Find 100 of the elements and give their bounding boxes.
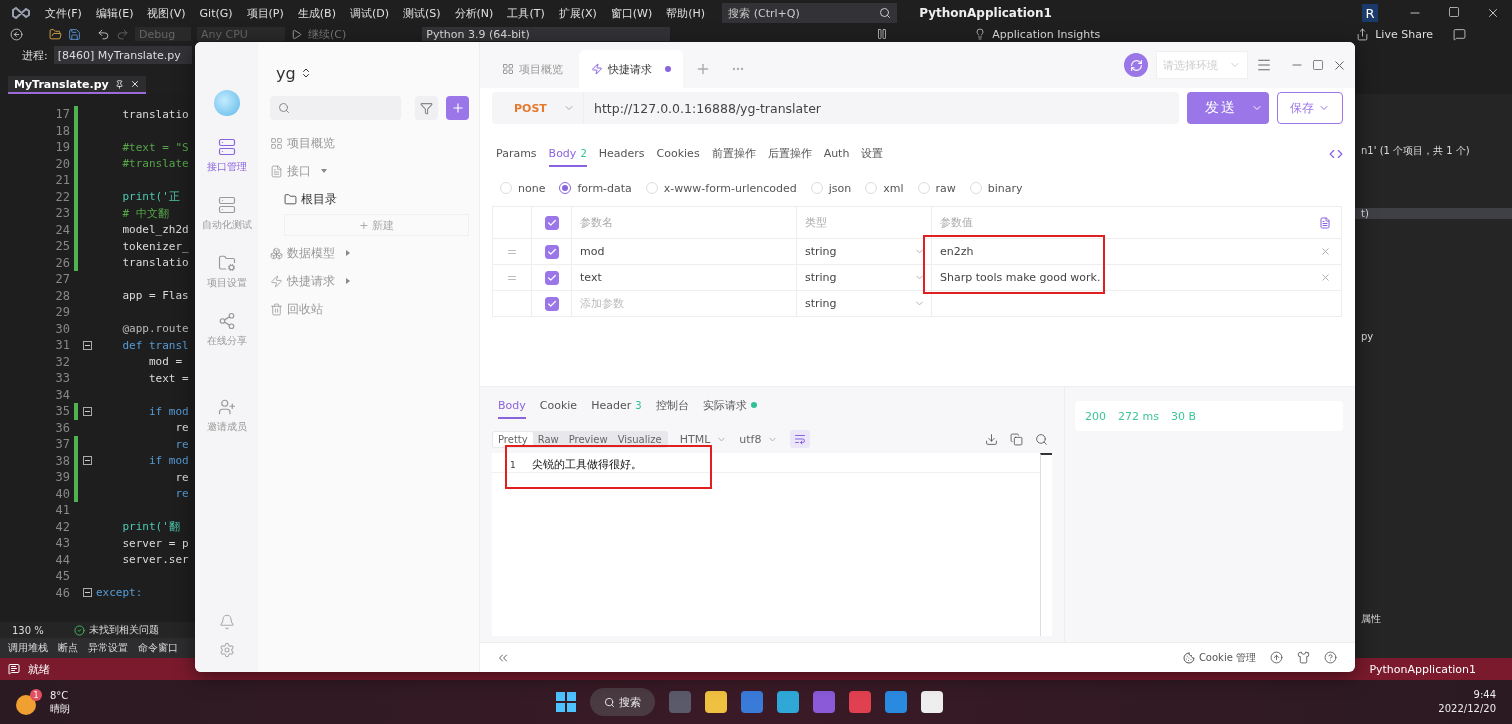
- fold-icon[interactable]: [83, 456, 92, 466]
- radio-option[interactable]: form-data: [559, 181, 632, 195]
- search-field[interactable]: [270, 96, 402, 120]
- panel-tab[interactable]: 命令窗口: [138, 641, 178, 655]
- undo-icon[interactable]: [97, 27, 110, 41]
- radio-option[interactable]: binary: [969, 181, 1023, 195]
- request-tab[interactable]: 前置操作: [711, 141, 756, 167]
- bell-icon[interactable]: [218, 614, 235, 630]
- app-icon[interactable]: [849, 691, 871, 713]
- menu-item[interactable]: 工具(T): [500, 5, 552, 21]
- live-share-button[interactable]: Live Share: [1375, 27, 1433, 41]
- param-value[interactable]: Sharp tools make good work.: [931, 265, 1309, 290]
- menu-item[interactable]: 测试(S): [396, 5, 448, 21]
- account-avatar[interactable]: R: [1362, 4, 1378, 22]
- radio-option[interactable]: x-www-form-urlencoded: [645, 181, 797, 195]
- checkbox[interactable]: [544, 296, 559, 311]
- back-icon[interactable]: [10, 27, 23, 41]
- insights-button[interactable]: Application Insights: [992, 27, 1101, 41]
- format-select[interactable]: HTML: [679, 432, 728, 446]
- param-value[interactable]: en2zh: [931, 239, 1309, 264]
- fold-icon[interactable]: [83, 340, 92, 350]
- zoom-level[interactable]: 130 %: [12, 624, 44, 636]
- wrap-button[interactable]: [790, 430, 811, 448]
- request-tab[interactable]: Headers: [598, 141, 645, 167]
- sync-button[interactable]: [1124, 53, 1148, 77]
- view-mode[interactable]: Preview: [563, 431, 613, 447]
- save-icon[interactable]: [68, 27, 81, 41]
- view-mode[interactable]: Pretty: [493, 431, 533, 447]
- request-tab[interactable]: 后置操作: [767, 141, 812, 167]
- menu-item[interactable]: 扩展(X): [551, 5, 604, 21]
- menu-item[interactable]: 窗口(W): [603, 5, 660, 21]
- menu-item[interactable]: 文件(F): [38, 5, 89, 21]
- copy-icon[interactable]: [1010, 432, 1023, 446]
- type-select[interactable]: string: [796, 291, 931, 316]
- radio-option[interactable]: none: [500, 181, 546, 195]
- folder-icon[interactable]: [49, 27, 62, 41]
- response-tab[interactable]: Cookie: [539, 393, 578, 419]
- save-button[interactable]: 保存: [1277, 92, 1343, 124]
- document-tab[interactable]: MyTranslate.py: [8, 76, 146, 94]
- editor-icon[interactable]: [885, 691, 907, 713]
- url-field[interactable]: http://127.0.0.1:16888/yg-translater: [584, 92, 821, 124]
- add-button[interactable]: [446, 96, 469, 120]
- response-tab[interactable]: 控制台: [655, 393, 689, 419]
- store-icon[interactable]: [741, 691, 763, 713]
- shirt-icon[interactable]: [1297, 651, 1310, 664]
- checkbox[interactable]: [544, 270, 559, 285]
- search-icon[interactable]: [1035, 432, 1048, 446]
- bulk-edit-icon[interactable]: [1319, 216, 1331, 229]
- panel-tab[interactable]: 调用堆栈: [8, 641, 48, 655]
- filter-button[interactable]: [415, 96, 439, 120]
- menu-item[interactable]: 生成(B): [290, 5, 343, 21]
- ide-icon[interactable]: [813, 691, 835, 713]
- request-tab[interactable]: 设置: [861, 141, 884, 167]
- pin-icon[interactable]: [114, 79, 124, 89]
- response-tab[interactable]: Body: [498, 393, 526, 419]
- search-field[interactable]: 搜索 (Ctrl+Q): [722, 3, 898, 23]
- param-name[interactable]: text: [571, 265, 796, 290]
- folder-icon[interactable]: [705, 691, 727, 713]
- response-tab[interactable]: Header 3: [591, 393, 642, 419]
- type-select[interactable]: string: [796, 265, 931, 290]
- panel-tab[interactable]: 断点: [58, 641, 78, 655]
- panel-tab[interactable]: 异常设置: [88, 641, 128, 655]
- radio-option[interactable]: xml: [865, 181, 904, 195]
- task-view-icon[interactable]: [669, 691, 691, 713]
- menu-item[interactable]: 帮助(H): [659, 5, 713, 21]
- tree-item[interactable]: 根目录: [270, 188, 469, 210]
- menu-item[interactable]: Git(G): [192, 6, 240, 20]
- menu-item[interactable]: 项目(P): [239, 5, 291, 21]
- cookie-manager-button[interactable]: Cookie 管理: [1182, 650, 1256, 665]
- environment-dropdown[interactable]: Python 3.9 (64-bit): [422, 27, 671, 41]
- view-mode[interactable]: Raw: [532, 431, 564, 447]
- nav-item[interactable]: 接口管理: [206, 138, 247, 174]
- type-select[interactable]: string: [796, 239, 931, 264]
- request-tab[interactable]: Body 2: [548, 141, 587, 167]
- delete-icon[interactable]: [1319, 246, 1331, 257]
- request-tab[interactable]: Params: [496, 141, 537, 167]
- checkbox[interactable]: [544, 215, 559, 230]
- lightbulb-icon[interactable]: [974, 28, 987, 40]
- fold-icon[interactable]: [83, 406, 92, 416]
- param-name[interactable]: mod: [571, 239, 796, 264]
- file-icon[interactable]: [921, 691, 943, 713]
- menu-icon[interactable]: [1256, 57, 1272, 73]
- menu-item[interactable]: 视图(V): [140, 5, 193, 21]
- pause-icon[interactable]: [876, 28, 889, 40]
- menu-item[interactable]: 编辑(E): [88, 5, 141, 21]
- taskbar-search[interactable]: 搜索: [590, 688, 655, 716]
- encoding-select[interactable]: utf8: [739, 432, 779, 446]
- delete-icon[interactable]: [1319, 272, 1331, 283]
- tab[interactable]: 快捷请求: [579, 50, 683, 88]
- menu-item[interactable]: 分析(N): [447, 5, 501, 21]
- request-tab[interactable]: Auth: [823, 141, 850, 167]
- request-tab[interactable]: Cookies: [656, 141, 700, 167]
- redo-icon[interactable]: [116, 27, 129, 41]
- settings-icon[interactable]: [218, 642, 235, 658]
- process-field[interactable]: [8460] MyTranslate.py: [53, 46, 192, 64]
- download-icon[interactable]: [985, 432, 998, 446]
- scrollbar[interactable]: [1040, 453, 1052, 636]
- code-button[interactable]: [1329, 147, 1343, 161]
- radio-option[interactable]: raw: [917, 181, 956, 195]
- browser-icon[interactable]: [777, 691, 799, 713]
